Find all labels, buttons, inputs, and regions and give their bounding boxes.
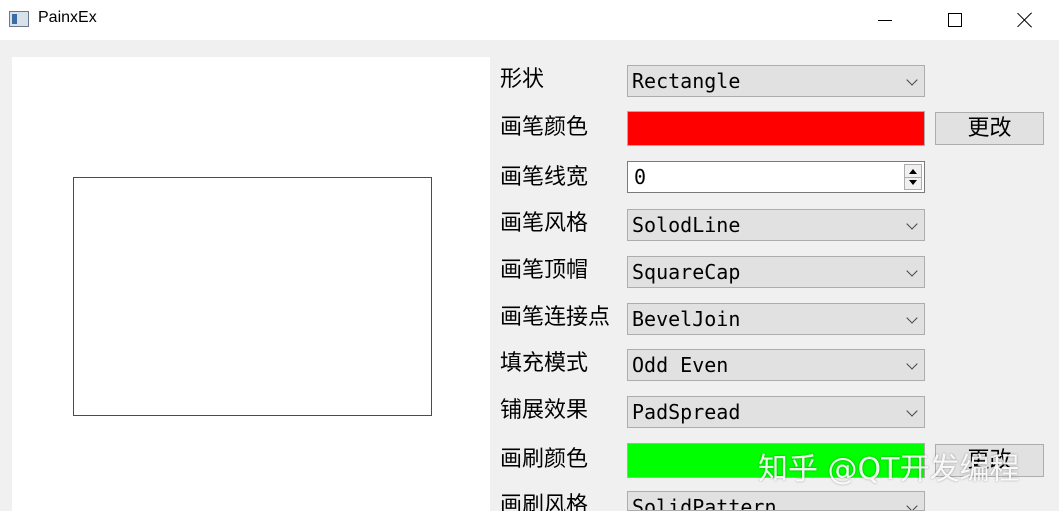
chevron-down-icon (906, 358, 918, 370)
pen-join-label: 画笔连接点 (500, 305, 611, 330)
title-bar: PainxEx (0, 0, 1059, 40)
brush-style-combobox-value: SolidPattern (632, 495, 777, 511)
spread-combobox-value: PadSpread (632, 400, 741, 424)
maximize-button[interactable] (920, 0, 990, 40)
chevron-down-icon (906, 265, 918, 277)
app-window-icon (9, 11, 29, 27)
spin-buttons[interactable] (904, 164, 922, 190)
pen-cap-combobox[interactable]: SquareCap (627, 256, 925, 288)
pen-style-combobox[interactable]: SolodLine (627, 209, 925, 241)
pen-cap-label: 画笔顶帽 (500, 258, 589, 283)
fill-mode-combobox-value: Odd Even (632, 353, 729, 377)
minimize-button[interactable] (850, 0, 920, 40)
spread-label: 铺展效果 (500, 398, 589, 423)
shape-combobox[interactable]: Rectangle (627, 65, 925, 97)
pen-width-value: 0 (634, 165, 647, 189)
pen-join-combobox-value: BevelJoin (632, 307, 741, 331)
pen-color-change-button[interactable]: 更改 (935, 112, 1044, 145)
close-button[interactable] (990, 0, 1059, 40)
shape-label: 形状 (500, 67, 545, 92)
drawn-rectangle (73, 177, 432, 416)
pen-color-swatch (627, 111, 925, 146)
fill-mode-combobox[interactable]: Odd Even (627, 349, 925, 381)
spin-down-icon[interactable] (909, 180, 917, 185)
pen-width-label: 画笔线宽 (500, 165, 589, 190)
pen-style-label: 画笔风格 (500, 211, 589, 236)
brush-color-label: 画刷颜色 (500, 447, 589, 472)
pen-join-combobox[interactable]: BevelJoin (627, 303, 925, 335)
shape-combobox-value: Rectangle (632, 69, 741, 93)
chevron-down-icon (906, 74, 918, 86)
pen-cap-combobox-value: SquareCap (632, 260, 741, 284)
chevron-down-icon (906, 312, 918, 324)
close-icon (1017, 12, 1033, 28)
window-title: PainxEx (38, 9, 97, 26)
chevron-down-icon (906, 218, 918, 230)
maximize-icon (948, 13, 962, 27)
brush-style-label: 画刷风格 (500, 493, 589, 511)
pen-width-spinbox[interactable]: 0 (627, 161, 925, 193)
paint-canvas (12, 57, 490, 511)
spin-up-icon[interactable] (909, 169, 917, 174)
spread-combobox[interactable]: PadSpread (627, 396, 925, 428)
chevron-down-icon (906, 500, 918, 510)
brush-style-combobox[interactable]: SolidPattern (627, 491, 925, 511)
chevron-down-icon (906, 405, 918, 417)
watermark: 知乎 @QT开发编程 (758, 452, 1020, 487)
fill-mode-label: 填充模式 (500, 351, 589, 376)
pen-color-label: 画笔颜色 (500, 115, 589, 140)
minimize-icon (878, 19, 892, 21)
pen-style-combobox-value: SolodLine (632, 213, 741, 237)
spin-divider (905, 177, 921, 178)
